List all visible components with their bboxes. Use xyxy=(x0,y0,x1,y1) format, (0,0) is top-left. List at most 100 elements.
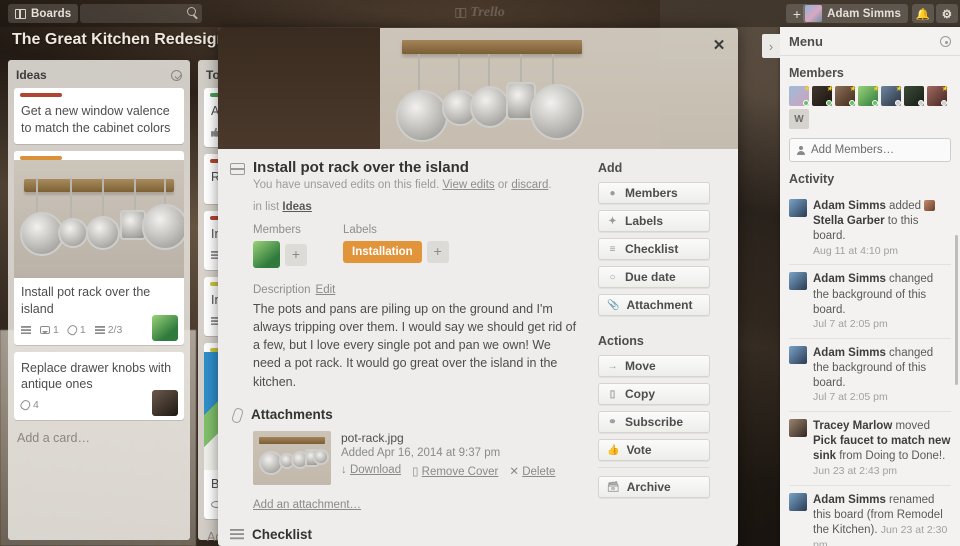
close-icon[interactable]: ✕ xyxy=(711,38,727,54)
activity-mid: added xyxy=(885,200,925,212)
activity-item: Adam Simms renamed this board (from Remo… xyxy=(789,484,951,546)
download-action[interactable]: ↓ Download xyxy=(341,464,401,478)
copy-label: Copy xyxy=(625,387,655,401)
card-member-avatar xyxy=(152,389,178,416)
in-list-name[interactable]: Ideas xyxy=(282,201,311,213)
description-text[interactable]: The pots and pans are piling up on the g… xyxy=(253,300,582,391)
card-detail-title[interactable]: Install pot rack over the island xyxy=(253,159,552,177)
add-attachment-link[interactable]: Add an attachment… xyxy=(253,499,582,511)
badge-checklist: 2/3 xyxy=(94,324,123,336)
add-members-button[interactable]: ● Members xyxy=(598,182,710,204)
remove-cover-label: Remove Cover xyxy=(421,465,499,478)
discard-link[interactable]: discard xyxy=(511,179,548,191)
circle-x-icon[interactable] xyxy=(940,35,951,47)
notifications-button[interactable]: 🔔 xyxy=(912,4,934,23)
member-avatar[interactable]: ★ xyxy=(927,85,948,106)
add-checklist-button[interactable]: ≡ Checklist xyxy=(598,238,710,260)
delete-action[interactable]: ✕ Delete xyxy=(509,464,555,478)
menu-body: Members ★ ★ ★ ★ ★ ★ W Add Members… Activ… xyxy=(780,56,960,546)
attachment-name[interactable]: pot-rack.jpg xyxy=(341,431,555,445)
badge-checklist-count: 2/3 xyxy=(107,324,123,336)
avatar[interactable] xyxy=(253,241,280,268)
archive-button[interactable]: 🗃 Archive xyxy=(598,476,710,498)
remove-cover-action[interactable]: ▯ Remove Cover xyxy=(412,464,498,478)
activity-text: Adam Simms renamed this board (from Remo… xyxy=(813,493,951,546)
list-header[interactable]: Ideas xyxy=(14,66,184,88)
member-avatar[interactable]: ★ xyxy=(835,85,856,106)
member-avatar[interactable]: ★ xyxy=(881,85,902,106)
menu-header: Menu xyxy=(780,27,960,56)
subscribe-label: Subscribe xyxy=(625,415,684,429)
unsaved-prefix: You have unsaved edits on this field. xyxy=(253,179,443,191)
add-members-button[interactable]: Add Members… xyxy=(789,138,951,162)
sidebar-collapse-toggle[interactable]: › xyxy=(762,34,780,58)
vote-button[interactable]: 👍 Vote xyxy=(598,439,710,461)
top-navbar: Boards Trello + Adam Simms 🔔 ⚙ xyxy=(0,0,960,27)
card-badges: 4 xyxy=(14,389,184,420)
members-block: Members + xyxy=(253,224,307,268)
settings-button[interactable]: ⚙ xyxy=(936,4,958,23)
trello-app: Boards Trello + Adam Simms 🔔 ⚙ The Great… xyxy=(0,0,960,546)
paperclip-icon: 📎 xyxy=(607,299,620,311)
activity-mini-avatar xyxy=(924,200,936,211)
activity-item: Tracey Marlow moved Pick faucet to match… xyxy=(789,411,951,484)
add-checklist-label: Checklist xyxy=(625,242,679,256)
member-avatar[interactable]: ★ xyxy=(812,85,833,106)
add-card-ideas[interactable]: Add a card… xyxy=(14,427,184,451)
search-input[interactable] xyxy=(87,7,179,20)
attachment-icon xyxy=(65,323,79,337)
thumbs-up-icon: 👍 xyxy=(607,444,620,456)
add-member-button[interactable]: + xyxy=(285,243,307,266)
activity-item: Adam Simms changed the background of thi… xyxy=(789,264,951,337)
unsaved-suffix: . xyxy=(548,179,552,191)
user-menu-button[interactable]: Adam Simms xyxy=(803,4,908,23)
copy-button[interactable]: ▯ Copy xyxy=(598,383,710,405)
activity-timestamp: Jul 7 at 2:05 pm xyxy=(813,391,888,404)
move-button[interactable]: → Move xyxy=(598,355,710,377)
add-label-button[interactable]: + xyxy=(426,241,449,263)
member-avatar[interactable]: ★ xyxy=(789,85,810,106)
list-ideas: Ideas Get a new window valence to match … xyxy=(8,60,190,540)
in-list-prefix: in list xyxy=(253,201,283,213)
add-labels-button[interactable]: ✦ Labels xyxy=(598,210,710,232)
attachment-added: Added Apr 16, 2014 at 9:37 pm xyxy=(341,446,501,459)
attachment-thumbnail[interactable] xyxy=(253,430,331,485)
member-avatar[interactable] xyxy=(904,86,924,106)
card-detail-main: Install pot rack over the island You hav… xyxy=(230,159,582,546)
card-cover-photo[interactable]: ✕ xyxy=(218,28,738,149)
unsaved-or: or xyxy=(494,179,512,191)
card-pot-rack[interactable]: Install pot rack over the island 1 1 2/3 xyxy=(14,151,184,345)
description-edit-link[interactable]: Edit xyxy=(316,284,336,296)
member-avatar[interactable]: ★ xyxy=(858,85,879,106)
list-menu-icon[interactable] xyxy=(171,69,182,81)
add-attachment-button[interactable]: 📎 Attachment xyxy=(598,294,710,316)
label-chip-installation[interactable]: Installation xyxy=(343,241,422,263)
actions-heading: Actions xyxy=(598,334,644,348)
trello-logo[interactable]: Trello xyxy=(455,5,505,21)
card-valence[interactable]: Get a new window valence to match the ca… xyxy=(14,88,184,145)
download-label: Download xyxy=(349,463,402,476)
badge-attachment-count: 1 xyxy=(79,324,86,336)
add-members-label: Add Members… xyxy=(811,144,895,156)
person-icon xyxy=(797,145,805,155)
sidebar-scrollbar[interactable] xyxy=(955,235,958,385)
member-avatar[interactable]: W xyxy=(789,109,809,129)
checklist-icon xyxy=(94,326,105,334)
card-cover-image xyxy=(14,160,184,279)
person-icon: ● xyxy=(609,187,616,199)
add-due-date-button[interactable]: ○ Due date xyxy=(598,266,710,288)
subscribe-button[interactable]: ⚭ Subscribe xyxy=(598,411,710,433)
card-drawer-knobs[interactable]: Replace drawer knobs with antique ones 4 xyxy=(14,351,184,420)
add-members-label: Members xyxy=(625,186,678,200)
members-heading: Members xyxy=(789,66,844,80)
attachments-header: Attachments xyxy=(230,407,582,422)
badge-attachments: 1 xyxy=(65,323,86,337)
boards-button[interactable]: Boards xyxy=(8,4,79,23)
view-edits-link[interactable]: View edits xyxy=(442,179,494,191)
plus-icon: + xyxy=(792,5,802,22)
search-box[interactable] xyxy=(80,4,202,23)
activity-text: Adam Simms added Stella Garber to this b… xyxy=(813,199,951,258)
move-label: Move xyxy=(625,359,656,373)
attachment-actions: ↓ Download ▯ Remove Cover ✕ Delete xyxy=(341,464,555,478)
gear-icon: ⚙ xyxy=(941,8,953,21)
